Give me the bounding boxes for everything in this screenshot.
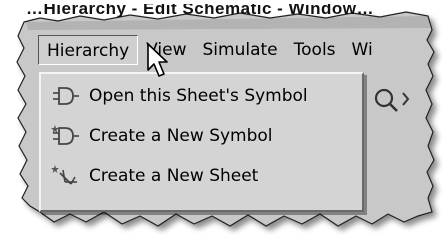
menu-item-create-new-sheet-label: Create a New Sheet xyxy=(89,166,259,186)
menu-tools-label: Tools xyxy=(293,40,336,60)
menu-simulate[interactable]: Simulate xyxy=(195,35,286,65)
menu-hierarchy[interactable]: Hierarchy xyxy=(38,35,139,65)
menu-item-open-sheet-symbol[interactable]: Open this Sheet's Symbol xyxy=(51,80,308,112)
menu-item-open-sheet-symbol-label: Open this Sheet's Symbol xyxy=(89,86,308,106)
menu-bar: Hierarchy View Simulate Tools Wi xyxy=(38,32,438,68)
window-title-text: …Hierarchy - Edit Schematic - Window… xyxy=(26,4,375,18)
magnifier-icon[interactable] xyxy=(370,85,410,115)
menu-item-create-new-symbol[interactable]: Create a New Symbol xyxy=(51,120,273,152)
menu-window-label: Wi xyxy=(351,40,373,60)
open-symbol-icon xyxy=(53,87,79,105)
menu-item-create-new-symbol-label: Create a New Symbol xyxy=(89,126,273,146)
screenshot-clipping: …Hierarchy - Edit Schematic - Window… Hi… xyxy=(0,0,445,243)
menu-tools[interactable]: Tools xyxy=(286,35,344,65)
window-title-clipped: …Hierarchy - Edit Schematic - Window… xyxy=(26,4,430,26)
menu-item-create-new-sheet[interactable]: Create a New Sheet xyxy=(51,160,258,192)
new-sheet-icon xyxy=(51,165,77,185)
menu-window[interactable]: Wi xyxy=(344,35,381,65)
mouse-pointer-icon xyxy=(147,43,168,77)
menu-simulate-label: Simulate xyxy=(202,40,278,60)
new-symbol-icon xyxy=(51,125,79,145)
hierarchy-dropdown-menu: Open this Sheet's Symbol Create a New Sy… xyxy=(39,72,364,212)
menu-hierarchy-label: Hierarchy xyxy=(47,41,130,61)
